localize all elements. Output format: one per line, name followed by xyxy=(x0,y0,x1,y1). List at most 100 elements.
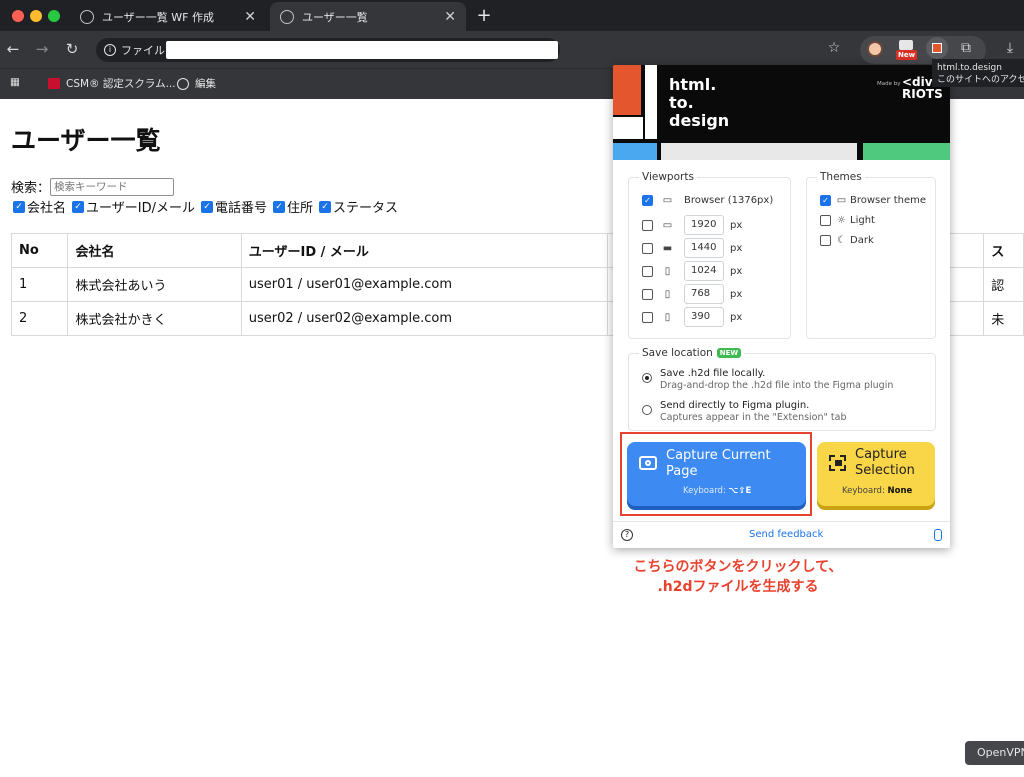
filter-label: 電話番号 xyxy=(214,201,267,216)
checkbox-icon[interactable] xyxy=(820,235,831,246)
tab-close-icon[interactable]: ✕ xyxy=(244,9,256,25)
save-option-text: Save .h2d file locally. Drag-and-drop th… xyxy=(660,368,893,391)
brand-grey-block xyxy=(661,143,857,160)
save-location-label: Save location xyxy=(642,347,713,359)
site-info-chip[interactable]: i ファイル xyxy=(96,42,173,58)
brand-green-block xyxy=(863,143,950,160)
filter-phone[interactable]: ✓ 電話番号 xyxy=(200,197,267,216)
checkbox-checked-icon[interactable]: ✓ xyxy=(820,195,831,206)
save-option-text: Send directly to Figma plugin. Captures … xyxy=(660,400,846,423)
tablet-icon: ▯ xyxy=(664,265,671,277)
desktop-icon: ▭ xyxy=(836,195,847,206)
filter-label: 会社名 xyxy=(27,201,67,216)
brand-white-block xyxy=(613,117,643,139)
viewport-width-input[interactable]: 1920 xyxy=(684,215,724,235)
themes-fieldset: Themes ✓ ▭ Browser theme ☼ Light ☾ Dark xyxy=(806,171,936,339)
browser-tab-users[interactable]: ユーザー一覧 ✕ xyxy=(270,2,466,31)
viewport-width-input[interactable]: 390 xyxy=(684,307,724,327)
openvpn-taskbar-item[interactable]: OpenVPN xyxy=(965,741,1024,765)
theme-option-light[interactable]: ☼ Light xyxy=(820,215,875,226)
tab-title: ユーザー一覧 WF 作成 xyxy=(102,10,214,24)
window-minimize-dot[interactable] xyxy=(30,10,42,22)
tab-close-icon[interactable]: ✕ xyxy=(444,9,456,25)
apps-grid-icon[interactable]: ▦ xyxy=(10,76,20,88)
filter-user-id-email[interactable]: ✓ ユーザーID/メール xyxy=(72,197,195,216)
filter-label: 住所 xyxy=(287,201,314,216)
filter-address[interactable]: ✓ 住所 xyxy=(273,197,313,216)
laptop-icon: ▬ xyxy=(662,242,673,254)
checkbox-checked-icon[interactable]: ✓ xyxy=(273,200,285,213)
cell-company: 株式会社あいう xyxy=(67,267,242,302)
puzzle-icon[interactable]: ⧉ xyxy=(956,40,976,56)
filter-label: ステータス xyxy=(333,201,399,216)
help-icon[interactable]: ? xyxy=(621,529,633,541)
brand-title: html. to. design xyxy=(669,75,730,130)
keyboard-label: Keyboard: xyxy=(842,486,885,496)
viewport-option-1920[interactable]: ▭ 1920 px xyxy=(642,215,742,235)
checkbox-icon[interactable] xyxy=(642,288,653,300)
checkbox-icon[interactable] xyxy=(642,265,653,277)
checkbox-icon[interactable] xyxy=(642,242,653,254)
filter-status[interactable]: ✓ ステータス xyxy=(319,197,398,216)
checkbox-icon[interactable] xyxy=(642,311,653,323)
brand-blue-block xyxy=(613,143,657,160)
forward-icon[interactable]: → xyxy=(33,40,51,58)
viewport-option-390[interactable]: ▯ 390 px xyxy=(642,307,742,327)
reload-icon[interactable]: ↻ xyxy=(63,40,81,58)
save-option-local[interactable]: Save .h2d file locally. Drag-and-drop th… xyxy=(642,368,893,391)
bookmark-edit[interactable]: 編集 xyxy=(177,76,216,91)
viewport-width-input[interactable]: 768 xyxy=(684,284,724,304)
checkbox-checked-icon[interactable]: ✓ xyxy=(13,200,25,213)
checkbox-icon[interactable] xyxy=(642,219,653,231)
back-icon[interactable]: ← xyxy=(4,40,22,58)
new-extension-icon[interactable]: New xyxy=(896,40,918,60)
checkbox-checked-icon[interactable]: ✓ xyxy=(642,195,653,206)
figma-icon[interactable] xyxy=(934,529,942,541)
page-title: ユーザー一覧 xyxy=(11,126,161,155)
cell-user-id-email: user01 / user01@example.com xyxy=(240,267,609,302)
keyboard-keys: None xyxy=(887,486,913,496)
header-company: 会社名 xyxy=(67,233,242,268)
header-status: ス xyxy=(983,233,1024,268)
viewport-width-input[interactable]: 1024 xyxy=(684,261,724,281)
viewport-option-1024[interactable]: ▯ 1024 px xyxy=(642,261,742,281)
globe-icon xyxy=(177,77,189,90)
radio-icon[interactable] xyxy=(642,405,652,415)
viewport-option-browser[interactable]: ✓ ▭ Browser (1376px) xyxy=(642,195,773,206)
download-icon[interactable]: ⤓ xyxy=(1000,40,1020,56)
capture-selection-button[interactable]: Capture Selection Keyboard: None xyxy=(817,442,935,506)
checkbox-checked-icon[interactable]: ✓ xyxy=(319,200,332,213)
radio-selected-icon[interactable] xyxy=(642,373,652,383)
theme-option-dark[interactable]: ☾ Dark xyxy=(820,235,874,246)
search-input[interactable] xyxy=(50,177,175,196)
new-badge: NEW xyxy=(716,348,742,358)
checkbox-checked-icon[interactable]: ✓ xyxy=(200,200,213,213)
bookmark-star-icon[interactable]: ☆ xyxy=(824,40,844,56)
viewport-option-768[interactable]: ▯ 768 px xyxy=(642,284,742,304)
avatar-extension-icon[interactable] xyxy=(867,41,883,57)
moon-icon: ☾ xyxy=(837,235,846,246)
window-zoom-dot[interactable] xyxy=(48,10,60,22)
theme-option-browser[interactable]: ✓ ▭ Browser theme xyxy=(820,195,926,206)
bookmark-csm[interactable]: CSM® 認定スクラム... xyxy=(48,76,176,91)
omnibox[interactable]: i ファイル xyxy=(96,38,560,62)
desktop-icon: ▭ xyxy=(662,195,673,206)
px-unit: px xyxy=(730,265,743,277)
url-input[interactable] xyxy=(166,41,558,59)
send-feedback-link[interactable]: Send feedback xyxy=(749,529,823,540)
search-row: 検索： xyxy=(11,177,175,196)
popup-footer: ? Send feedback xyxy=(613,521,950,548)
browser-tab-wf[interactable]: ユーザー一覧 WF 作成 ✕ xyxy=(70,2,266,31)
filter-company[interactable]: ✓ 会社名 xyxy=(13,197,66,216)
tablet-icon: ▯ xyxy=(664,288,671,300)
checkbox-icon[interactable] xyxy=(820,215,831,226)
theme-label: Browser theme xyxy=(850,195,927,206)
viewport-width-input[interactable]: 1440 xyxy=(684,238,724,258)
checkbox-checked-icon[interactable]: ✓ xyxy=(72,200,85,213)
save-option-figma[interactable]: Send directly to Figma plugin. Captures … xyxy=(642,400,846,423)
new-tab-button[interactable]: + xyxy=(474,5,494,26)
html-to-design-extension-icon[interactable] xyxy=(926,37,948,59)
viewport-option-1440[interactable]: ▬ 1440 px xyxy=(642,238,742,258)
cell-status: 未 xyxy=(983,301,1024,336)
window-close-dot[interactable] xyxy=(12,10,24,22)
